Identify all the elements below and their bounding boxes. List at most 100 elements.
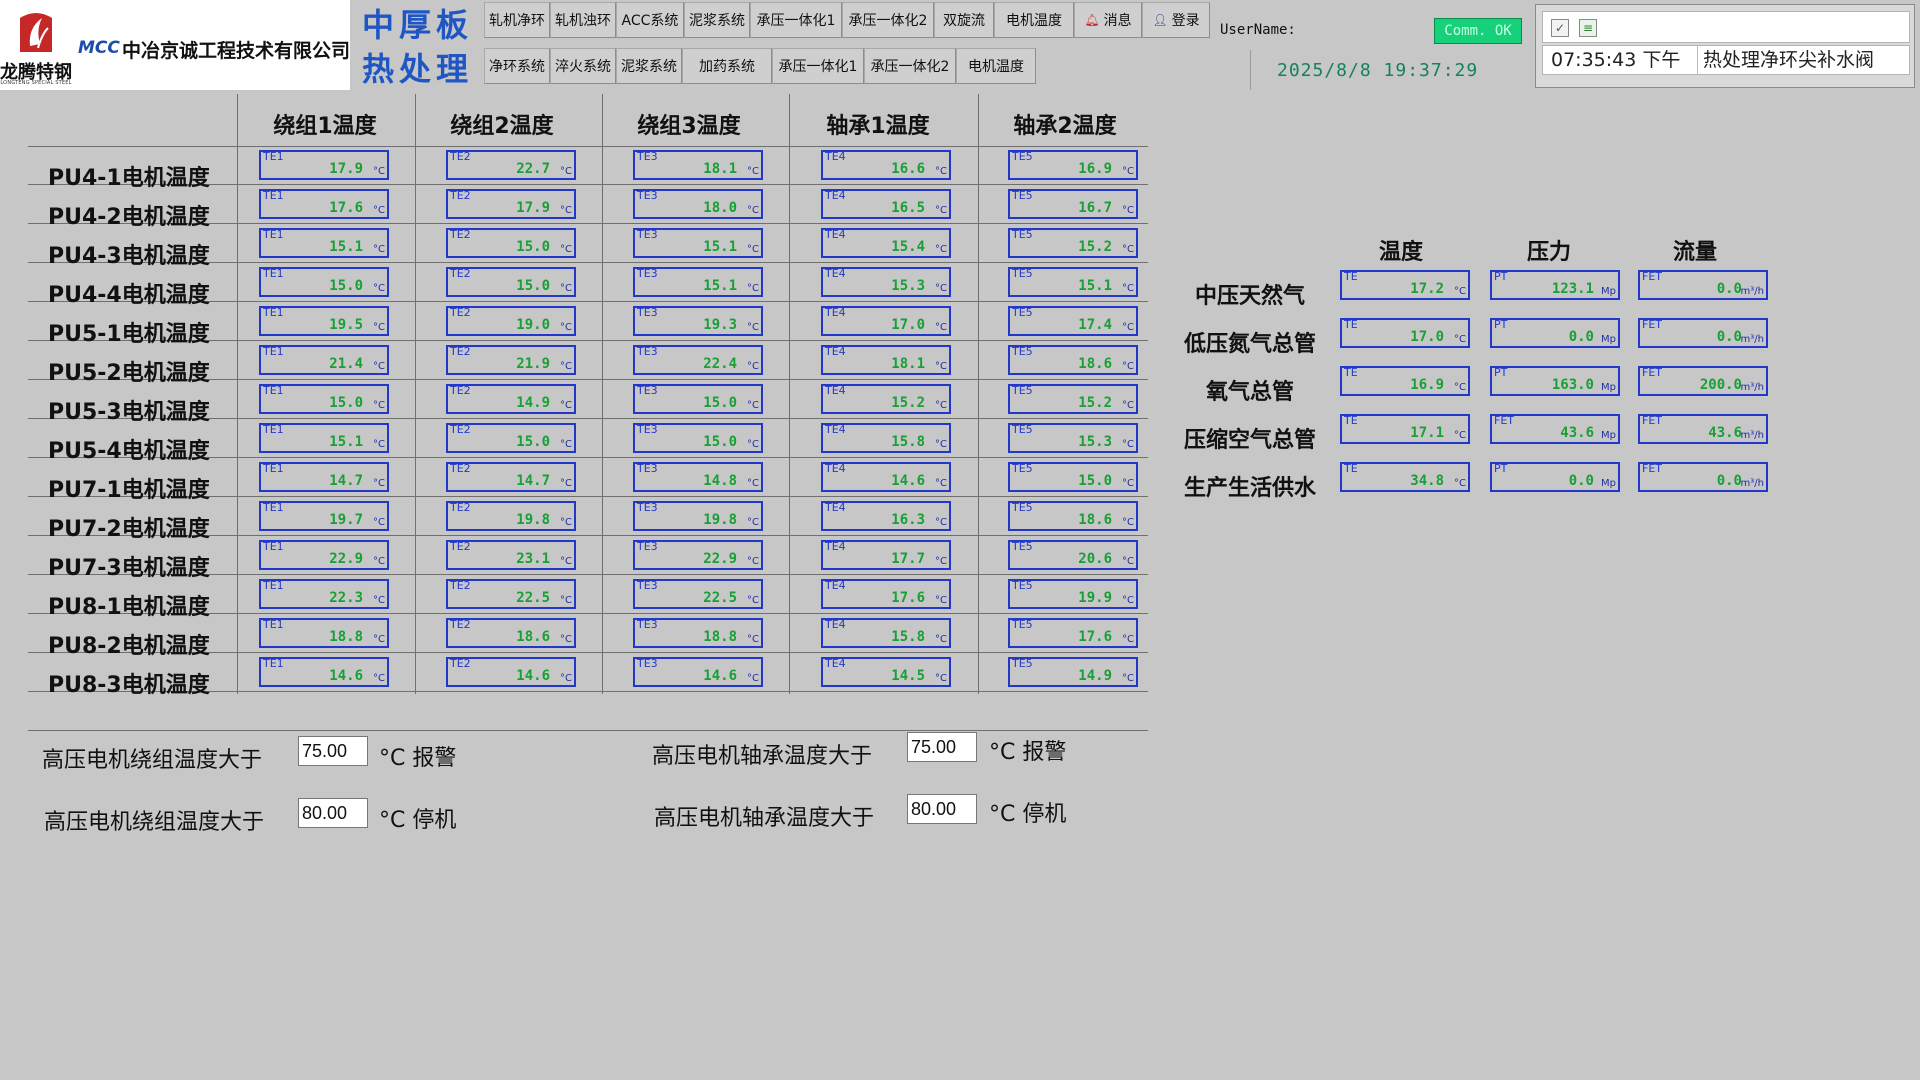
utility-readout[interactable]: TE 17.0 °C: [1340, 318, 1470, 348]
temperature-readout[interactable]: TE5 17.6 °C: [1008, 618, 1138, 648]
temperature-readout[interactable]: TE2 22.5 °C: [446, 579, 576, 609]
temperature-readout[interactable]: TE5 15.0 °C: [1008, 462, 1138, 492]
temperature-readout[interactable]: TE5 18.6 °C: [1008, 501, 1138, 531]
nav-login[interactable]: 👤︎ 登录: [1142, 2, 1210, 38]
temperature-readout[interactable]: TE2 14.6 °C: [446, 657, 576, 687]
temperature-readout[interactable]: TE3 14.6 °C: [633, 657, 763, 687]
winding-stop-input[interactable]: [298, 798, 368, 828]
utility-readout[interactable]: PT 0.0 Mp: [1490, 462, 1620, 492]
temperature-readout[interactable]: TE4 15.2 °C: [821, 384, 951, 414]
temperature-readout[interactable]: TE1 17.6 °C: [259, 189, 389, 219]
temperature-readout[interactable]: TE2 23.1 °C: [446, 540, 576, 570]
utility-readout[interactable]: TE 16.9 °C: [1340, 366, 1470, 396]
temperature-readout[interactable]: TE5 15.3 °C: [1008, 423, 1138, 453]
temperature-readout[interactable]: TE3 18.1 °C: [633, 150, 763, 180]
temperature-readout[interactable]: TE4 17.7 °C: [821, 540, 951, 570]
temperature-readout[interactable]: TE1 22.9 °C: [259, 540, 389, 570]
temperature-readout[interactable]: TE4 14.5 °C: [821, 657, 951, 687]
utility-readout[interactable]: PT 0.0 Mp: [1490, 318, 1620, 348]
temperature-readout[interactable]: TE5 16.9 °C: [1008, 150, 1138, 180]
temperature-readout[interactable]: TE4 17.6 °C: [821, 579, 951, 609]
temperature-readout[interactable]: TE3 18.8 °C: [633, 618, 763, 648]
temperature-readout[interactable]: TE3 15.1 °C: [633, 267, 763, 297]
utility-readout[interactable]: TE 17.1 °C: [1340, 414, 1470, 444]
nav-pressure-integrated-1b[interactable]: 承压一体化1: [772, 48, 864, 84]
nav-dosing-system[interactable]: 加药系统: [682, 48, 772, 84]
temperature-readout[interactable]: TE1 19.5 °C: [259, 306, 389, 336]
nav-double-cyclone[interactable]: 双旋流: [934, 2, 994, 38]
utility-readout[interactable]: FET 200.0 m³/h: [1638, 366, 1768, 396]
temperature-readout[interactable]: TE4 16.3 °C: [821, 501, 951, 531]
temperature-readout[interactable]: TE4 15.8 °C: [821, 423, 951, 453]
nav-quench-system[interactable]: 淬火系统: [550, 48, 616, 84]
temperature-readout[interactable]: TE3 15.0 °C: [633, 423, 763, 453]
temperature-readout[interactable]: TE4 15.3 °C: [821, 267, 951, 297]
temperature-readout[interactable]: TE4 16.6 °C: [821, 150, 951, 180]
bearing-alarm-input[interactable]: [907, 732, 977, 762]
nav-slurry-system[interactable]: 泥浆系统: [684, 2, 750, 38]
temperature-readout[interactable]: TE2 15.0 °C: [446, 228, 576, 258]
nav-slurry-system-2[interactable]: 泥浆系统: [616, 48, 682, 84]
temperature-readout[interactable]: TE2 21.9 °C: [446, 345, 576, 375]
temperature-readout[interactable]: TE3 18.0 °C: [633, 189, 763, 219]
temperature-readout[interactable]: TE3 15.1 °C: [633, 228, 763, 258]
temperature-readout[interactable]: TE1 14.7 °C: [259, 462, 389, 492]
temperature-readout[interactable]: TE1 21.4 °C: [259, 345, 389, 375]
nav-rolling-turbid-loop[interactable]: 轧机浊环: [550, 2, 616, 38]
temperature-readout[interactable]: TE1 22.3 °C: [259, 579, 389, 609]
temperature-readout[interactable]: TE2 15.0 °C: [446, 267, 576, 297]
temperature-readout[interactable]: TE3 22.9 °C: [633, 540, 763, 570]
temperature-readout[interactable]: TE1 15.1 °C: [259, 423, 389, 453]
nav-pressure-integrated-2[interactable]: 承压一体化2: [842, 2, 934, 38]
temperature-readout[interactable]: TE4 15.8 °C: [821, 618, 951, 648]
temperature-readout[interactable]: TE2 22.7 °C: [446, 150, 576, 180]
utility-readout[interactable]: FET 0.0 m³/h: [1638, 270, 1768, 300]
temperature-readout[interactable]: TE5 15.1 °C: [1008, 267, 1138, 297]
temperature-readout[interactable]: TE3 22.5 °C: [633, 579, 763, 609]
temperature-readout[interactable]: TE3 15.0 °C: [633, 384, 763, 414]
temperature-readout[interactable]: TE2 15.0 °C: [446, 423, 576, 453]
nav-pressure-integrated-1[interactable]: 承压一体化1: [750, 2, 842, 38]
temperature-readout[interactable]: TE4 18.1 °C: [821, 345, 951, 375]
temperature-readout[interactable]: TE5 14.9 °C: [1008, 657, 1138, 687]
nav-messages[interactable]: 🔔︎ 消息: [1074, 2, 1142, 38]
bearing-stop-input[interactable]: [907, 794, 977, 824]
temperature-readout[interactable]: TE5 15.2 °C: [1008, 228, 1138, 258]
temperature-readout[interactable]: TE4 17.0 °C: [821, 306, 951, 336]
temperature-readout[interactable]: TE2 14.9 °C: [446, 384, 576, 414]
temperature-readout[interactable]: TE5 15.2 °C: [1008, 384, 1138, 414]
utility-readout[interactable]: TE 17.2 °C: [1340, 270, 1470, 300]
temperature-readout[interactable]: TE5 19.9 °C: [1008, 579, 1138, 609]
temperature-readout[interactable]: TE1 15.0 °C: [259, 384, 389, 414]
utility-readout[interactable]: TE 34.8 °C: [1340, 462, 1470, 492]
temperature-readout[interactable]: TE2 19.8 °C: [446, 501, 576, 531]
temperature-readout[interactable]: TE4 15.4 °C: [821, 228, 951, 258]
temperature-readout[interactable]: TE1 18.8 °C: [259, 618, 389, 648]
temperature-readout[interactable]: TE2 19.0 °C: [446, 306, 576, 336]
utility-readout[interactable]: FET 43.6 m³/h: [1638, 414, 1768, 444]
utility-readout[interactable]: FET 0.0 m³/h: [1638, 462, 1768, 492]
nav-rolling-clean-loop[interactable]: 轧机净环: [484, 2, 550, 38]
temperature-readout[interactable]: TE3 19.3 °C: [633, 306, 763, 336]
utility-readout[interactable]: FET 0.0 m³/h: [1638, 318, 1768, 348]
temperature-readout[interactable]: TE2 18.6 °C: [446, 618, 576, 648]
temperature-readout[interactable]: TE3 19.8 °C: [633, 501, 763, 531]
temperature-readout[interactable]: TE2 14.7 °C: [446, 462, 576, 492]
acknowledge-icon[interactable]: ✓: [1551, 19, 1569, 37]
alarm-list-icon[interactable]: ≡: [1579, 19, 1597, 37]
temperature-readout[interactable]: TE2 17.9 °C: [446, 189, 576, 219]
temperature-readout[interactable]: TE1 17.9 °C: [259, 150, 389, 180]
nav-motor-temperature-2[interactable]: 电机温度: [956, 48, 1036, 84]
nav-motor-temperature[interactable]: 电机温度: [994, 2, 1074, 38]
nav-acc-system[interactable]: ACC系统: [616, 2, 684, 38]
winding-alarm-input[interactable]: [298, 736, 368, 766]
temperature-readout[interactable]: TE5 20.6 °C: [1008, 540, 1138, 570]
temperature-readout[interactable]: TE3 22.4 °C: [633, 345, 763, 375]
temperature-readout[interactable]: TE4 16.5 °C: [821, 189, 951, 219]
temperature-readout[interactable]: TE4 14.6 °C: [821, 462, 951, 492]
temperature-readout[interactable]: TE1 14.6 °C: [259, 657, 389, 687]
temperature-readout[interactable]: TE1 19.7 °C: [259, 501, 389, 531]
alarm-row[interactable]: 07:35:43 下午 热处理净环尖补水阀: [1542, 45, 1910, 75]
temperature-readout[interactable]: TE1 15.0 °C: [259, 267, 389, 297]
temperature-readout[interactable]: TE5 18.6 °C: [1008, 345, 1138, 375]
